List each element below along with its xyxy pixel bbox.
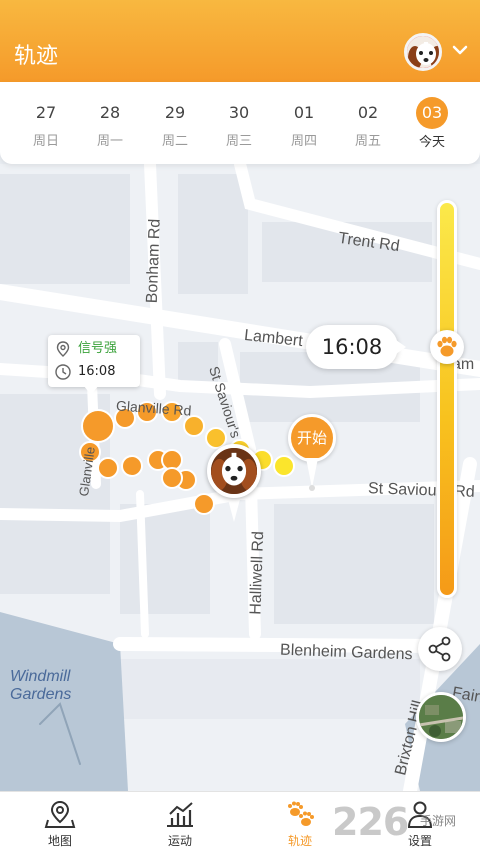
- street-label-bonham: Bonham Rd: [143, 218, 164, 304]
- street-label-halliwell: Halliwell Rd: [247, 530, 268, 616]
- dog-icon: [211, 448, 257, 494]
- date-item[interactable]: 30 周三: [209, 82, 269, 164]
- location-pin-icon: [56, 340, 70, 357]
- signal-row: 信号强: [54, 339, 117, 359]
- date-weekday: 今天: [418, 135, 445, 150]
- date-number: 30: [228, 103, 250, 122]
- time-slider-handle[interactable]: [430, 330, 464, 365]
- pet-avatar[interactable]: [404, 33, 442, 71]
- watermark-text: 手游网: [420, 814, 457, 828]
- satellite-view-button[interactable]: [416, 692, 466, 742]
- app-screen: Trent Rd Bonham Rd Lambert Glanville Rd …: [0, 0, 480, 853]
- watermark-number: 226: [332, 800, 409, 844]
- date-item[interactable]: 29 周二: [145, 82, 205, 164]
- location-time: 16:08: [78, 364, 116, 379]
- time-slider-track[interactable]: [437, 200, 457, 598]
- date-number: 02: [357, 103, 379, 122]
- date-weekday: 周三: [225, 134, 252, 149]
- park-label: Windmill Gardens: [10, 668, 71, 704]
- dog-icon: [407, 36, 439, 68]
- chevron-down-icon[interactable]: [452, 42, 468, 58]
- activity-chart-icon: [167, 802, 193, 827]
- clock-icon: [55, 363, 71, 380]
- signal-status: 信号强: [78, 341, 118, 356]
- date-weekday: 周日: [32, 134, 59, 149]
- pet-avatar-marker: [207, 444, 261, 498]
- tab-map-label: 地图: [47, 834, 72, 848]
- header: 轨迹: [0, 0, 480, 82]
- date-weekday: 周五: [354, 134, 381, 149]
- date-number: 01: [293, 103, 315, 122]
- date-item[interactable]: 28 周一: [80, 82, 140, 164]
- date-weekday: 周四: [290, 134, 317, 149]
- date-item[interactable]: 02 周五: [338, 82, 398, 164]
- date-weekday: 周一: [96, 134, 123, 149]
- date-number: 29: [164, 103, 186, 122]
- watermark-logo: 226 手游网: [332, 800, 480, 850]
- start-marker[interactable]: 开始: [288, 414, 336, 491]
- tab-activity[interactable]: 运动: [120, 792, 240, 853]
- date-weekday: 周二: [161, 134, 188, 149]
- date-item[interactable]: 01 周四: [274, 82, 334, 164]
- date-item[interactable]: 27 周日: [16, 82, 76, 164]
- paw-icon: [288, 801, 314, 826]
- date-number: 28: [99, 103, 121, 122]
- share-icon: [428, 636, 451, 662]
- start-label: 开始: [288, 414, 336, 462]
- pet-location-marker[interactable]: [207, 444, 261, 526]
- date-number: 27: [35, 103, 57, 122]
- paw-icon: [437, 337, 457, 357]
- location-info-card: 信号强 16:08: [48, 335, 140, 395]
- date-item-today[interactable]: 03 今天: [402, 82, 462, 164]
- page-title: 轨迹: [14, 44, 59, 69]
- share-button[interactable]: [418, 627, 462, 671]
- park-label-line2: Gardens: [10, 686, 72, 703]
- date-number: 03: [416, 97, 448, 129]
- time-slider-bubble: 16:08: [306, 325, 406, 370]
- street-label-st-saviours-rd: St Saviours Rd: [367, 480, 476, 501]
- time-row: 16:08: [54, 362, 115, 382]
- tab-activity-label: 运动: [167, 834, 192, 848]
- date-selector: 27 周日 28 周一 29 周二 30 周三 01 周四 02 周五 03 今…: [0, 82, 480, 164]
- start-pin-tail: [306, 458, 318, 491]
- map-pin-icon: [44, 800, 76, 828]
- park-label-line1: Windmill: [10, 668, 71, 685]
- tab-map[interactable]: 地图: [0, 792, 120, 853]
